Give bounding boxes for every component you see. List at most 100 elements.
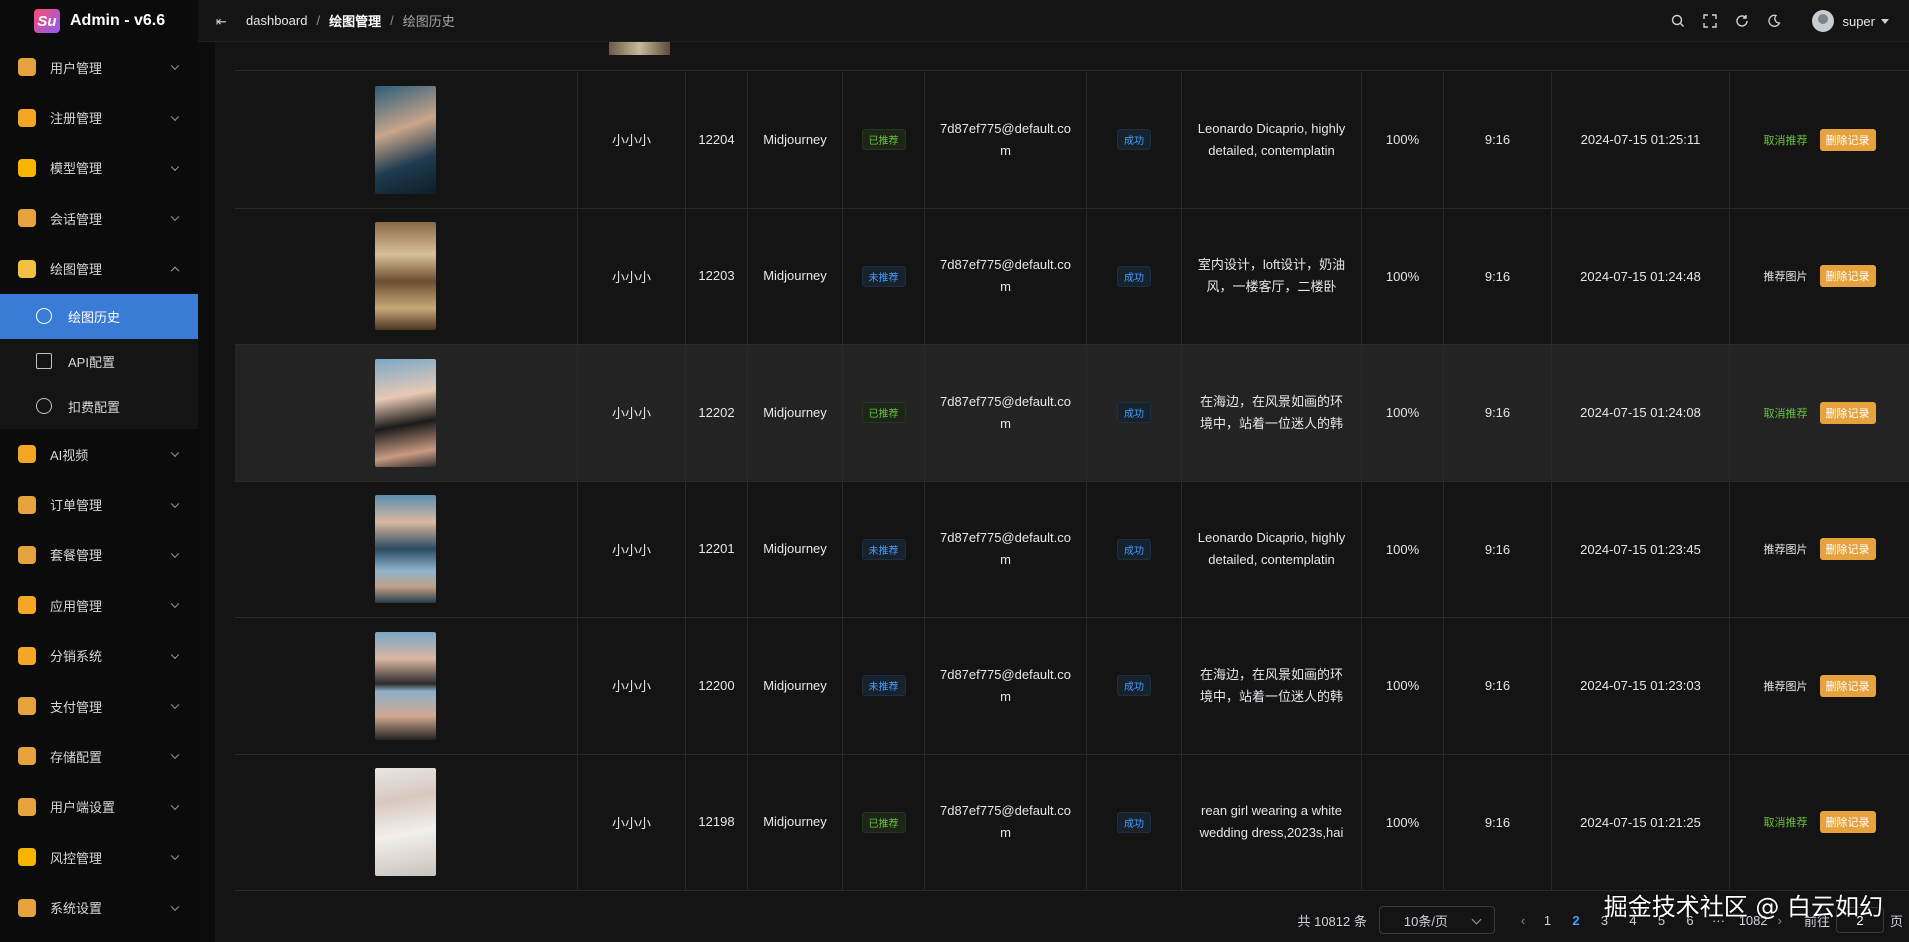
actions-cell: 取消推荐 删除记录: [1730, 345, 1909, 481]
drawing-thumbnail[interactable]: [375, 222, 436, 331]
sidebar-subitem-1[interactable]: API配置: [0, 339, 198, 384]
search-icon[interactable]: [1670, 13, 1686, 29]
history-icon: [36, 308, 52, 325]
user-value: 小小小: [611, 269, 651, 285]
menu-icon: [18, 445, 36, 464]
sidebar-menu: 用户管理 注册管理 模型管理 会话管理 绘图管理绘图历史 API配置 扣费配置 AI视频 订单管…: [0, 42, 198, 933]
drawing-thumbnail[interactable]: [375, 768, 436, 877]
sidebar-item-label: 用户端设置: [50, 800, 116, 816]
prev-page-icon[interactable]: ‹: [1521, 913, 1525, 928]
drawing-thumbnail[interactable]: [375, 85, 436, 194]
delete-record-button[interactable]: 删除记录: [1819, 265, 1876, 288]
sidebar-subitem-label: 绘图历史: [68, 309, 121, 325]
delete-record-button[interactable]: 删除记录: [1819, 538, 1876, 561]
sidebar-item-12[interactable]: 用户端设置: [0, 782, 198, 832]
drawing-thumbnail[interactable]: [375, 358, 436, 467]
page-number[interactable]: 1: [1533, 913, 1562, 928]
ratio-value: 9:16: [1484, 541, 1511, 557]
page-size-select[interactable]: 10条/页: [1378, 906, 1495, 934]
progress-value: 100%: [1385, 541, 1420, 557]
ratio-value: 9:16: [1484, 814, 1511, 830]
ratio-cell: 9:16: [1444, 754, 1552, 890]
sidebar-item-0[interactable]: 用户管理: [0, 42, 198, 92]
sidebar-item-5[interactable]: AI视频: [0, 429, 198, 479]
progress-value: 100%: [1385, 678, 1420, 694]
cancel-recommend-button[interactable]: 取消推荐: [1764, 405, 1808, 421]
menu-icon: [18, 209, 36, 228]
delete-record-button[interactable]: 删除记录: [1819, 128, 1876, 151]
sidebar-item-8[interactable]: 应用管理: [0, 580, 198, 630]
recommend-cell: 已推荐: [843, 345, 925, 481]
chevron-down-icon: [170, 902, 180, 911]
status-cell: 成功: [1087, 618, 1182, 754]
breadcrumb-dashboard[interactable]: dashboard: [246, 13, 307, 28]
sidebar-item-2[interactable]: 模型管理: [0, 143, 198, 193]
recommend-button[interactable]: 推荐图片: [1764, 268, 1808, 284]
sidebar-item-4[interactable]: 绘图管理: [0, 244, 198, 294]
time-cell: 2024-07-15 01:24:48: [1552, 208, 1730, 344]
breadcrumb-drawing-management[interactable]: 绘图管理: [329, 11, 381, 30]
page-number[interactable]: 2: [1562, 913, 1591, 928]
recommend-button[interactable]: 推荐图片: [1764, 678, 1808, 694]
refresh-icon[interactable]: [1734, 13, 1750, 29]
brand[interactable]: Su Admin - v6.6: [0, 0, 198, 42]
sidebar-item-7[interactable]: 套餐管理: [0, 530, 198, 580]
ratio-cell: 9:16: [1444, 481, 1552, 617]
sidebar-item-10[interactable]: 支付管理: [0, 681, 198, 731]
prompt-cell: rean girl wearing a white wedding dress,…: [1182, 754, 1362, 890]
sidebar-item-11[interactable]: 存储配置: [0, 731, 198, 781]
sidebar-item-6[interactable]: 订单管理: [0, 479, 198, 529]
menu-icon: [18, 646, 36, 665]
recommend-button[interactable]: 推荐图片: [1764, 541, 1808, 557]
avatar[interactable]: [1812, 10, 1835, 32]
progress-cell: 100%: [1362, 345, 1444, 481]
prompt-text: 在海边，在风景如画的环境中，站着一位迷人的韩: [1199, 666, 1343, 704]
delete-record-button[interactable]: 删除记录: [1819, 674, 1876, 697]
ratio-value: 9:16: [1484, 405, 1511, 421]
thumbnail-cell: [235, 481, 578, 617]
cancel-recommend-button[interactable]: 取消推荐: [1764, 814, 1808, 830]
user-cell: 小小小: [578, 618, 686, 754]
email-cell: 7d87ef775@default.com: [925, 618, 1087, 754]
prompt-text: rean girl wearing a white wedding dress,…: [1199, 803, 1344, 841]
time-cell: 2024-07-15 01:23:03: [1552, 618, 1730, 754]
cancel-recommend-button[interactable]: 取消推荐: [1764, 132, 1808, 148]
collapse-menu-icon[interactable]: ⇤: [216, 14, 232, 29]
prompt-cell: 在海边，在风景如画的环境中，站着一位迷人的韩: [1182, 345, 1362, 481]
ratio-cell: 9:16: [1444, 345, 1552, 481]
prompt-text: Leonardo Dicaprio, highly detailed, cont…: [1197, 530, 1346, 568]
thumbnail-cell: [235, 208, 578, 344]
thumbnail-cell: [235, 754, 578, 890]
delete-record-button[interactable]: 删除记录: [1819, 401, 1876, 424]
sidebar-subitem-0[interactable]: 绘图历史: [0, 293, 198, 339]
sidebar-scrollbar[interactable]: [198, 42, 215, 942]
sidebar-item-13[interactable]: 风控管理: [0, 832, 198, 882]
time-cell: 2024-07-15 01:23:45: [1552, 481, 1730, 617]
chevron-down-icon: [170, 112, 180, 121]
sidebar-item-3[interactable]: 会话管理: [0, 193, 198, 243]
model-value: Midjourney: [763, 814, 827, 830]
sidebar-item-1[interactable]: 注册管理: [0, 92, 198, 142]
table-row: 小小小 12200 Midjourney 未推荐 7d87ef775@default.c…: [235, 618, 1909, 755]
email-value: 7d87ef775@default.com: [939, 530, 1072, 568]
chevron-down-icon: [170, 212, 180, 222]
user-dropdown-icon[interactable]: [1881, 18, 1889, 24]
fullscreen-icon[interactable]: [1702, 13, 1718, 29]
chevron-down-icon: [170, 650, 180, 659]
menu-icon: [18, 495, 36, 514]
model-value: Midjourney: [763, 541, 827, 557]
partial-thumbnail[interactable]: [609, 42, 670, 55]
menu-icon: [18, 58, 36, 77]
status-cell: 成功: [1087, 481, 1182, 617]
user-name[interactable]: super: [1842, 14, 1875, 29]
user-cell: 小小小: [578, 345, 686, 481]
sidebar-item-9[interactable]: 分销系统: [0, 631, 198, 681]
email-cell: 7d87ef775@default.com: [925, 345, 1087, 481]
drawing-thumbnail[interactable]: [375, 631, 436, 740]
sidebar-subitem-2[interactable]: 扣费配置: [0, 384, 198, 429]
sidebar-item-14[interactable]: 系统设置: [0, 882, 198, 932]
menu-icon: [18, 158, 36, 177]
delete-record-button[interactable]: 删除记录: [1819, 811, 1876, 834]
drawing-thumbnail[interactable]: [375, 495, 436, 604]
dark-mode-icon[interactable]: [1766, 13, 1782, 29]
